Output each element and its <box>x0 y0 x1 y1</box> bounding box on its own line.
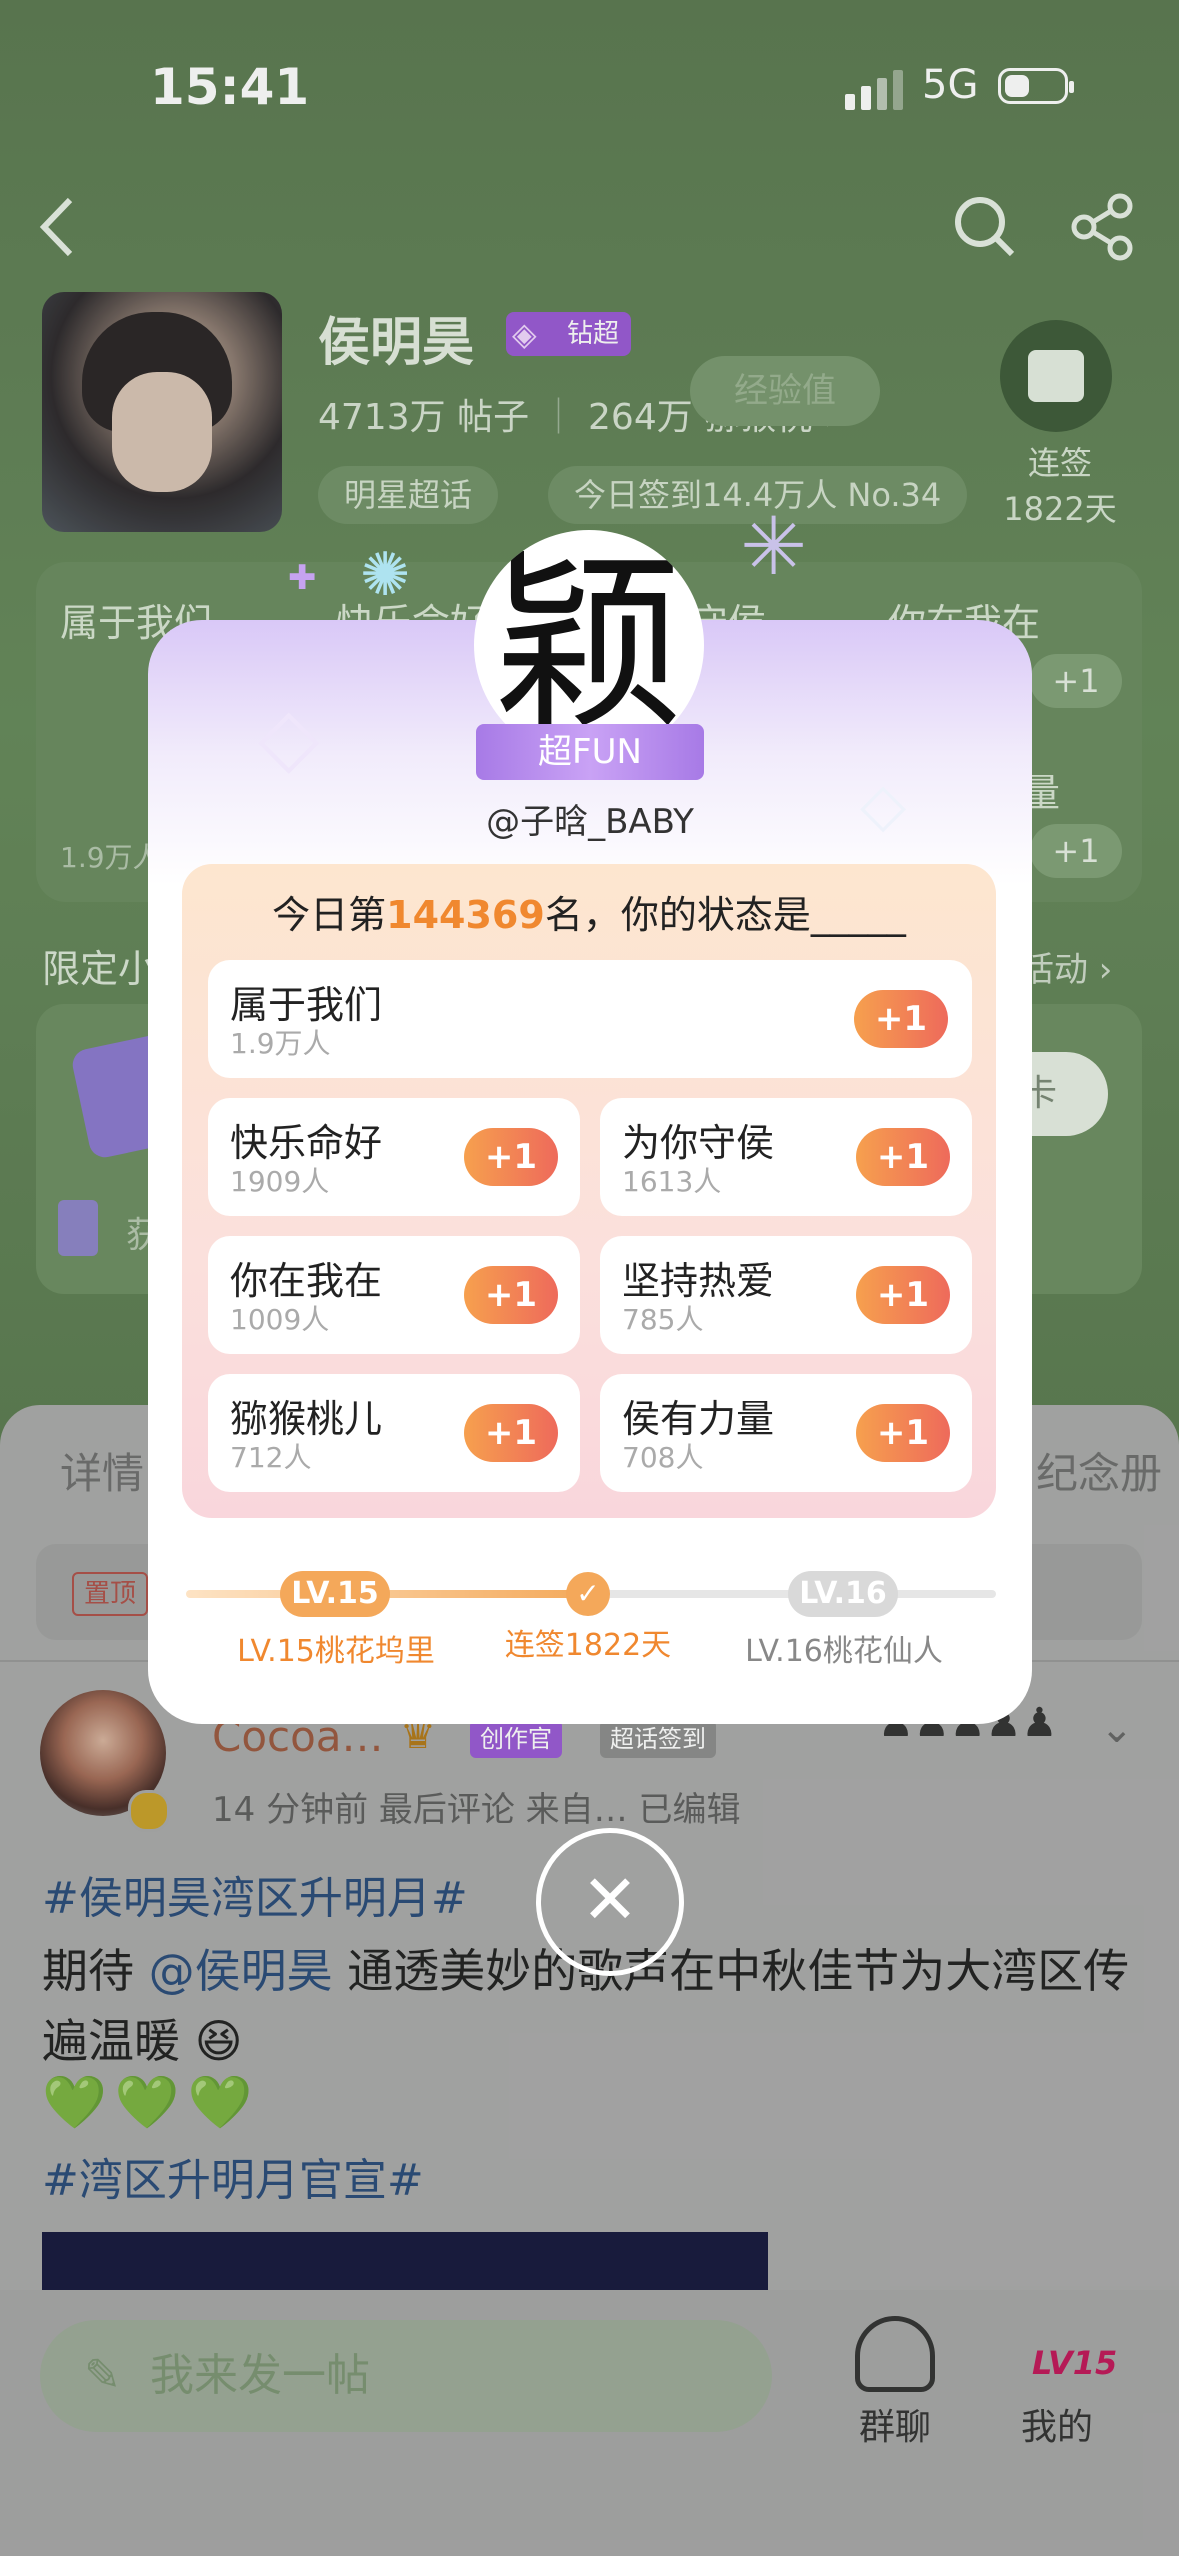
status-option[interactable]: 快乐命好 1909人 +1 <box>208 1098 580 1216</box>
plus-one-button[interactable]: +1 <box>464 1266 558 1324</box>
status-option-label: 属于我们 <box>230 983 383 1027</box>
user-handle: @子晗_BABY <box>486 802 694 842</box>
status-option-count: 1009人 <box>230 1303 330 1336</box>
status-option[interactable]: 你在我在 1009人 +1 <box>208 1236 580 1354</box>
rank-number: 144369 <box>386 893 545 937</box>
status-option-count: 1613人 <box>622 1165 722 1198</box>
status-option-label: 你在我在 <box>230 1259 383 1303</box>
rank-suffix: 名，你的状态是_____ <box>544 893 906 937</box>
status-option-label: 坚持热爱 <box>622 1259 775 1303</box>
plus-one-button[interactable]: +1 <box>854 990 948 1048</box>
plus-one-button[interactable]: +1 <box>464 1128 558 1186</box>
fun-ribbon: 超FUN <box>456 724 724 780</box>
level-current-pill: LV.15 <box>280 1571 390 1617</box>
status-option-count: 712人 <box>230 1441 312 1474</box>
level-next-pill: LV.16 <box>788 1571 898 1617</box>
sparkle-icon-2: ✳ <box>740 500 808 593</box>
plus-one-button[interactable]: +1 <box>856 1404 950 1462</box>
status-option-count: 785人 <box>622 1303 704 1336</box>
status-option-label: 快乐命好 <box>230 1121 383 1165</box>
status-option-count: 1.9万人 <box>230 1027 331 1060</box>
status-option-label: 猕猴桃儿 <box>230 1397 383 1441</box>
status-option-label: 侯有力量 <box>622 1397 775 1441</box>
sparkle-icon: ✺ <box>360 540 411 610</box>
level-next-name: LV.16桃花仙人 <box>745 1634 943 1669</box>
status-option[interactable]: 坚持热爱 785人 +1 <box>600 1236 972 1354</box>
plus-one-button[interactable]: +1 <box>856 1128 950 1186</box>
status-option[interactable]: 侯有力量 708人 +1 <box>600 1374 972 1492</box>
level-current-name: LV.15桃花坞里 <box>237 1634 435 1669</box>
close-icon[interactable]: ✕ <box>536 1828 684 1976</box>
rank-title: 今日第144369名，你的状态是_____ <box>182 884 996 939</box>
status-option-count: 1909人 <box>230 1165 330 1198</box>
diamond-deco-icon: ◇ <box>258 690 320 783</box>
rank-prefix: 今日第 <box>272 893 387 937</box>
status-option[interactable]: 猕猴桃儿 712人 +1 <box>208 1374 580 1492</box>
streak-label: 连签1822天 <box>504 1628 672 1663</box>
check-icon: ✓ <box>566 1572 610 1616</box>
plus-one-button[interactable]: +1 <box>464 1404 558 1462</box>
status-option-label: 为你守侯 <box>622 1121 775 1165</box>
plus-one-button[interactable]: +1 <box>856 1266 950 1324</box>
status-option-count: 708人 <box>622 1441 704 1474</box>
plus-deco-icon: ✚ <box>288 558 317 598</box>
status-option[interactable]: 属于我们 1.9万人 +1 <box>208 960 972 1078</box>
status-option[interactable]: 为你守侯 1613人 +1 <box>600 1098 972 1216</box>
